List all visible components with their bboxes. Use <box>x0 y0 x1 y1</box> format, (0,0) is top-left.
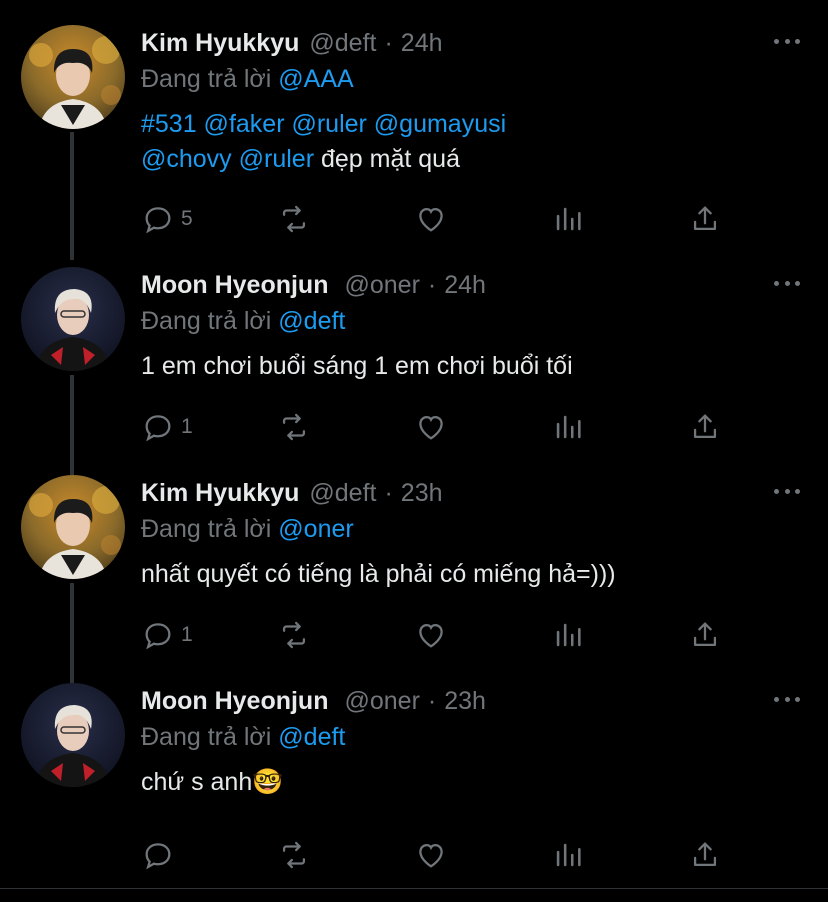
replying-to-label: Đang trả lời <box>141 307 272 335</box>
separator-dot: · <box>384 28 393 57</box>
author-name[interactable]: Moon Hyeonjun <box>141 687 328 716</box>
author-handle[interactable]: @oner <box>344 687 419 716</box>
tweet-text: nhất quyết có tiếng là phải có miếng hả=… <box>141 560 616 588</box>
tweet-actions <box>141 837 741 877</box>
reply-mention[interactable]: @deft <box>278 723 345 751</box>
retweet-button[interactable] <box>277 837 311 873</box>
reply-button[interactable] <box>141 837 175 873</box>
retweet-icon <box>282 413 306 441</box>
avatar[interactable] <box>21 683 125 787</box>
separator-dot: · <box>427 686 437 715</box>
author-name[interactable]: Kim Hyukkyu <box>141 479 299 508</box>
share-button[interactable] <box>688 837 722 873</box>
more-icon[interactable] <box>774 695 800 703</box>
tweet-body: đẹp mặt quá <box>314 145 460 173</box>
retweet-button[interactable] <box>277 617 311 653</box>
views-icon <box>556 843 581 867</box>
share-button[interactable] <box>688 201 722 237</box>
reply-button[interactable]: 1 <box>141 409 193 445</box>
author-name[interactable]: Kim Hyukkyu <box>141 29 299 58</box>
timestamp[interactable]: 23h <box>401 479 443 508</box>
separator-dot: · <box>384 478 393 507</box>
views-button[interactable] <box>551 409 585 445</box>
tweet-text: 1 em chơi buổi sáng 1 em chơi buổi tối <box>141 352 573 380</box>
timestamp[interactable]: 24h <box>401 29 443 58</box>
reply-button[interactable]: 5 <box>141 201 193 237</box>
retweet-button[interactable] <box>277 201 311 237</box>
heart-icon <box>419 623 443 648</box>
tweet-text: #531 @faker @ruler @gumayusi @chovy @rul… <box>141 107 828 177</box>
author-handle[interactable]: @deft <box>309 479 376 508</box>
views-button[interactable] <box>551 617 585 653</box>
share-icon <box>693 622 717 647</box>
replying-to-label: Đang trả lời <box>141 65 272 93</box>
more-icon[interactable] <box>774 37 800 45</box>
avatar[interactable] <box>21 25 125 129</box>
tweet-mentions[interactable]: @chovy @ruler <box>141 145 314 173</box>
reply-icon <box>145 623 171 650</box>
avatar[interactable] <box>21 475 125 579</box>
timestamp[interactable]: 23h <box>444 687 486 716</box>
share-button[interactable] <box>688 409 722 445</box>
replying-to-label: Đang trả lời <box>141 515 272 543</box>
tweet[interactable]: Moon Hyeonjun @oner · 23h Đang trả lời @… <box>0 683 828 883</box>
retweet-icon <box>282 621 306 649</box>
tweet-actions: 5 <box>141 201 741 241</box>
heart-icon <box>419 415 443 440</box>
more-icon[interactable] <box>774 487 800 495</box>
views-icon <box>556 623 581 647</box>
reply-icon <box>145 843 171 870</box>
tweet-actions: 1 <box>141 409 741 449</box>
retweet-icon <box>282 205 306 233</box>
share-icon <box>693 842 717 867</box>
timestamp[interactable]: 24h <box>444 271 486 300</box>
reply-icon <box>145 207 171 234</box>
views-button[interactable] <box>551 837 585 873</box>
like-button[interactable] <box>414 201 448 237</box>
heart-icon <box>419 207 443 232</box>
views-button[interactable] <box>551 201 585 237</box>
avatar[interactable] <box>21 267 125 371</box>
heart-icon <box>419 843 443 868</box>
reply-count: 1 <box>181 623 193 646</box>
replying-to: Đang trả lời @deft <box>141 719 828 755</box>
tweet-actions: 1 <box>141 617 741 657</box>
tweet-text: chứ s anh🤓 <box>141 768 284 796</box>
replying-to: Đang trả lời @oner <box>141 511 828 547</box>
like-button[interactable] <box>414 409 448 445</box>
like-button[interactable] <box>414 617 448 653</box>
replying-to: Đang trả lời @AAA <box>141 61 828 97</box>
tweet[interactable]: Kim Hyukkyu @deft · 24h Đang trả lời @AA… <box>0 25 828 255</box>
retweet-button[interactable] <box>277 409 311 445</box>
share-button[interactable] <box>688 617 722 653</box>
reply-icon <box>145 415 171 442</box>
tweet-mentions[interactable]: #531 @faker @ruler @gumayusi <box>141 110 506 138</box>
separator-dot: · <box>427 270 437 299</box>
tweet[interactable]: Moon Hyeonjun @oner · 24h Đang trả lời @… <box>0 267 828 477</box>
like-button[interactable] <box>414 837 448 873</box>
tweet[interactable]: Kim Hyukkyu @deft · 23h Đang trả lời @on… <box>0 475 828 685</box>
share-icon <box>693 206 717 231</box>
divider <box>0 888 828 889</box>
reply-mention[interactable]: @oner <box>278 515 353 543</box>
replying-to-label: Đang trả lời <box>141 723 272 751</box>
retweet-icon <box>282 841 306 869</box>
reply-count: 5 <box>181 207 193 230</box>
author-name[interactable]: Moon Hyeonjun <box>141 271 328 300</box>
more-icon[interactable] <box>774 279 800 287</box>
views-icon <box>556 207 581 231</box>
views-icon <box>556 415 581 439</box>
reply-mention[interactable]: @deft <box>278 307 345 335</box>
reply-mention[interactable]: @AAA <box>278 65 353 93</box>
replying-to: Đang trả lời @deft <box>141 303 828 339</box>
reply-count: 1 <box>181 415 193 438</box>
author-handle[interactable]: @deft <box>309 29 376 58</box>
author-handle[interactable]: @oner <box>344 271 419 300</box>
share-icon <box>693 414 717 439</box>
reply-button[interactable]: 1 <box>141 617 193 653</box>
